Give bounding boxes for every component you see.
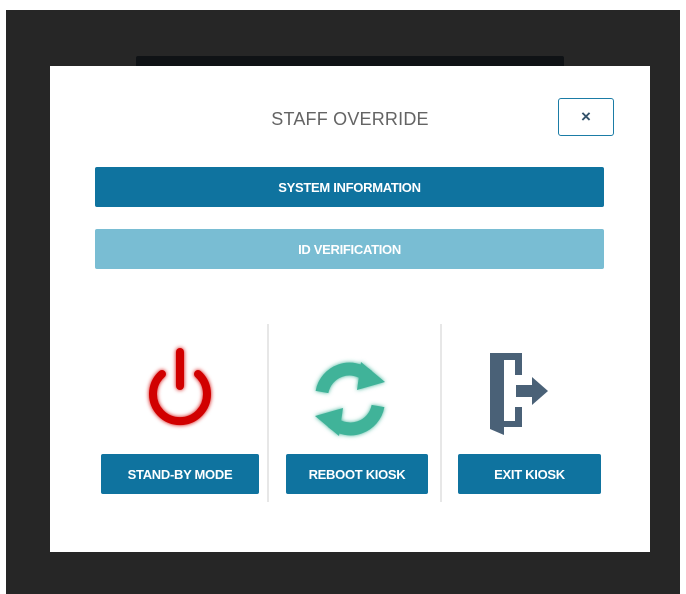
- close-icon: ×: [581, 107, 591, 126]
- exit-door-icon[interactable]: [486, 351, 576, 441]
- divider-right: [440, 324, 442, 502]
- id-verification-button[interactable]: ID VERIFICATION: [95, 229, 604, 269]
- refresh-icon[interactable]: [305, 354, 395, 444]
- reboot-kiosk-button[interactable]: REBOOT KIOSK: [286, 454, 428, 494]
- system-information-button[interactable]: SYSTEM INFORMATION: [95, 167, 604, 207]
- staff-override-dialog: STAFF OVERRIDE × SYSTEM INFORMATION ID V…: [50, 66, 650, 552]
- divider-left: [267, 324, 269, 502]
- exit-kiosk-button[interactable]: EXIT KIOSK: [458, 454, 601, 494]
- close-button[interactable]: ×: [558, 98, 614, 136]
- power-icon[interactable]: [135, 346, 225, 436]
- stand-by-mode-button[interactable]: STAND-BY MODE: [101, 454, 259, 494]
